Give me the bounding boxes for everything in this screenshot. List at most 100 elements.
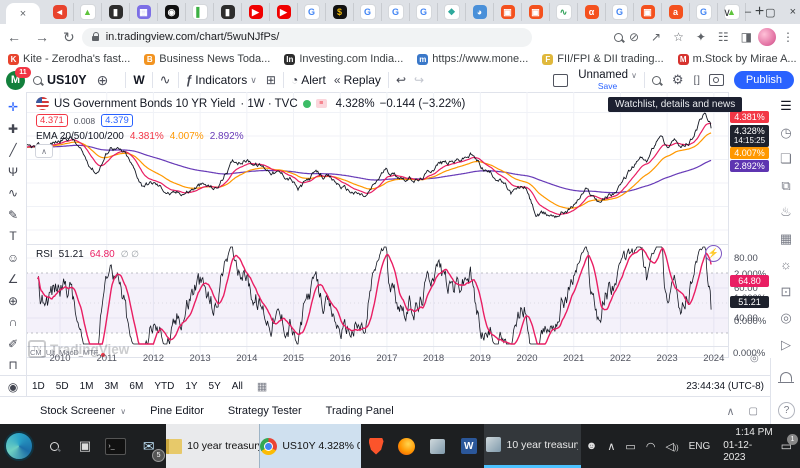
panel-expand-icon[interactable]: ∧ (726, 405, 734, 418)
alerts-icon[interactable]: ◷ (771, 125, 800, 141)
pattern-tool[interactable]: ∿ (0, 186, 26, 200)
language-indicator[interactable]: ENG (689, 441, 711, 452)
rsi-legend[interactable]: RSI 51.21 64.80 ∅ ∅ (36, 249, 139, 260)
bookmark-item[interactable]: mhttps://www.mone... (417, 53, 528, 65)
bottom-tab[interactable]: Stock Screener∨ (40, 405, 126, 417)
year-label[interactable]: 2011 (92, 353, 122, 364)
brave-icon[interactable] (361, 424, 392, 468)
browser-tab[interactable]: ◉ (158, 3, 186, 21)
browser-tab[interactable]: G (354, 3, 382, 21)
time-axis[interactable]: 2010201120122013201420152016201720182019… (0, 350, 770, 367)
app-icon-1[interactable] (422, 424, 453, 468)
chart-legend[interactable]: US Government Bonds 10 YR Yield · 1W · T… (36, 97, 465, 110)
object-tree-icon[interactable]: ⧉ (771, 178, 800, 194)
browser-tab[interactable]: ▣ (494, 3, 522, 21)
chart-type-icon[interactable]: ∿ (160, 72, 171, 88)
firefox-icon[interactable] (391, 424, 422, 468)
price-scale[interactable]: 2.000%1.000%0.000%80.0060.0040.004.381%4… (728, 92, 771, 358)
year-label[interactable]: 2019 (465, 353, 495, 364)
user-menu-button[interactable]: M 11 (6, 71, 25, 90)
settings-gear-icon[interactable]: ⚙ (672, 72, 684, 88)
text-tool[interactable]: T (0, 229, 26, 243)
range-button[interactable]: 1D (32, 381, 45, 392)
tray-chevron-icon[interactable]: ∧ (607, 440, 615, 453)
publish-button[interactable]: Publish (734, 71, 794, 89)
clock-timezone[interactable]: 23:44:34 (UTC-8) (686, 381, 764, 392)
reload-icon[interactable]: ↻ (63, 29, 75, 46)
redo-icon[interactable]: ↪ (414, 73, 424, 87)
brush-tool[interactable]: ✎ (0, 208, 26, 222)
ema-legend[interactable]: EMA 20/50/100/200 4.381%4.007%2.892% (36, 131, 244, 142)
trend-line-tool[interactable]: ╱ (0, 143, 26, 157)
action-center-icon[interactable]: ▭ 1 (781, 437, 792, 455)
profile-avatar[interactable] (758, 28, 776, 46)
year-label[interactable]: 2014 (232, 353, 262, 364)
taskbar-app-chrome[interactable]: US10Y 4.328% 0% U... (259, 424, 360, 468)
pitchfork-tool[interactable]: Ψ (0, 165, 26, 179)
indicators-button[interactable]: Indicators (195, 73, 247, 87)
live-icon[interactable]: ▷ (771, 337, 800, 353)
year-label[interactable]: 2016 (325, 353, 355, 364)
range-button[interactable]: 6M (129, 381, 143, 392)
taskbar-search-icon[interactable] (39, 424, 70, 468)
year-label[interactable]: 2024 (699, 353, 729, 364)
range-button[interactable]: 3M (105, 381, 119, 392)
axis-settings-icon[interactable]: ◎ (750, 353, 759, 364)
forward-icon[interactable]: → (35, 29, 49, 45)
chevron-down-icon[interactable]: ∨ (250, 75, 257, 86)
url-bar[interactable]: in.tradingview.com/chart/5wuNJfPs/ (82, 28, 532, 47)
zoom-in-tool[interactable]: ⊕ (0, 294, 26, 308)
bookmark-item[interactable]: KKite - Zerodha's fast... (8, 53, 130, 65)
measure-tool[interactable]: ∠ (0, 272, 26, 286)
browser-tab[interactable]: ∿ (550, 3, 578, 21)
browser-tab[interactable]: G (382, 3, 410, 21)
bookmark-item[interactable]: InInvesting.com India... (284, 53, 403, 65)
back-icon[interactable]: ← (7, 29, 21, 45)
rsi-hide-icons[interactable]: ∅ ∅ (121, 249, 139, 260)
help-button[interactable]: ? (778, 402, 795, 419)
year-label[interactable]: 2022 (605, 353, 635, 364)
undo-icon[interactable]: ↩ (396, 73, 406, 87)
interval-button[interactable]: W (133, 73, 144, 87)
browser-tab[interactable]: ▮ (102, 3, 130, 21)
replay-button[interactable]: Replay (344, 73, 381, 87)
task-view-icon[interactable]: ▣ (70, 424, 101, 468)
chat-icon[interactable]: ⊡ (771, 284, 800, 300)
legend-title[interactable]: US Government Bonds 10 YR Yield (54, 98, 235, 110)
bell-icon[interactable] (780, 372, 792, 382)
templates-icon[interactable]: ⊞ (266, 73, 276, 87)
range-button[interactable]: All (232, 381, 243, 392)
add-symbol-icon[interactable]: ⊕ (97, 72, 109, 89)
range-button[interactable]: 1Y (185, 381, 197, 392)
calendar-icon[interactable]: ▦ (771, 231, 800, 247)
close-window-icon[interactable]: × (790, 6, 796, 18)
browser-tab[interactable]: ▣ (522, 3, 550, 21)
bookmark-item[interactable]: FFII/FPI & DII trading... (542, 53, 663, 65)
plus-tool[interactable]: ✚ (0, 122, 26, 136)
browser-tab[interactable]: ▦ (130, 3, 158, 21)
browser-tab[interactable]: ▲ (74, 3, 102, 21)
bottom-tab[interactable]: Trading Panel (326, 405, 394, 417)
zoom-icon[interactable] (614, 33, 623, 42)
layout-toggle-icon[interactable] (553, 74, 568, 87)
extensions-icon[interactable]: ✦ (696, 30, 706, 44)
browser-tab[interactable]: $ (326, 3, 354, 21)
browser-tab[interactable]: G (690, 3, 718, 21)
range-button[interactable]: 5D (56, 381, 69, 392)
share-icon[interactable]: ↗ (651, 30, 661, 44)
browser-tab[interactable]: ▶ (242, 3, 270, 21)
taskbar-app-notes[interactable]: 10 year treasury yield (166, 424, 259, 468)
layout-name[interactable]: Unnamed (578, 70, 628, 82)
battery-icon[interactable]: ▭ (625, 440, 635, 453)
bookmark-item[interactable]: Mm.Stock by Mirae A... (678, 53, 797, 65)
tab-list-chevron-icon[interactable]: ∨ (723, 6, 731, 19)
year-label[interactable]: 2017 (372, 353, 402, 364)
go-to-date-icon[interactable]: ▦ (257, 380, 267, 393)
start-button[interactable] (0, 424, 39, 468)
pane-collapse-button[interactable]: ∧ (35, 144, 53, 158)
clock[interactable]: 1:14 PM 01-12-2023 (723, 427, 772, 465)
range-button[interactable]: 5Y (209, 381, 221, 392)
bottom-tab[interactable]: Strategy Tester (228, 405, 302, 417)
screenshot-camera-icon[interactable] (709, 74, 724, 86)
chevron-down-icon[interactable]: ∨ (631, 72, 637, 80)
